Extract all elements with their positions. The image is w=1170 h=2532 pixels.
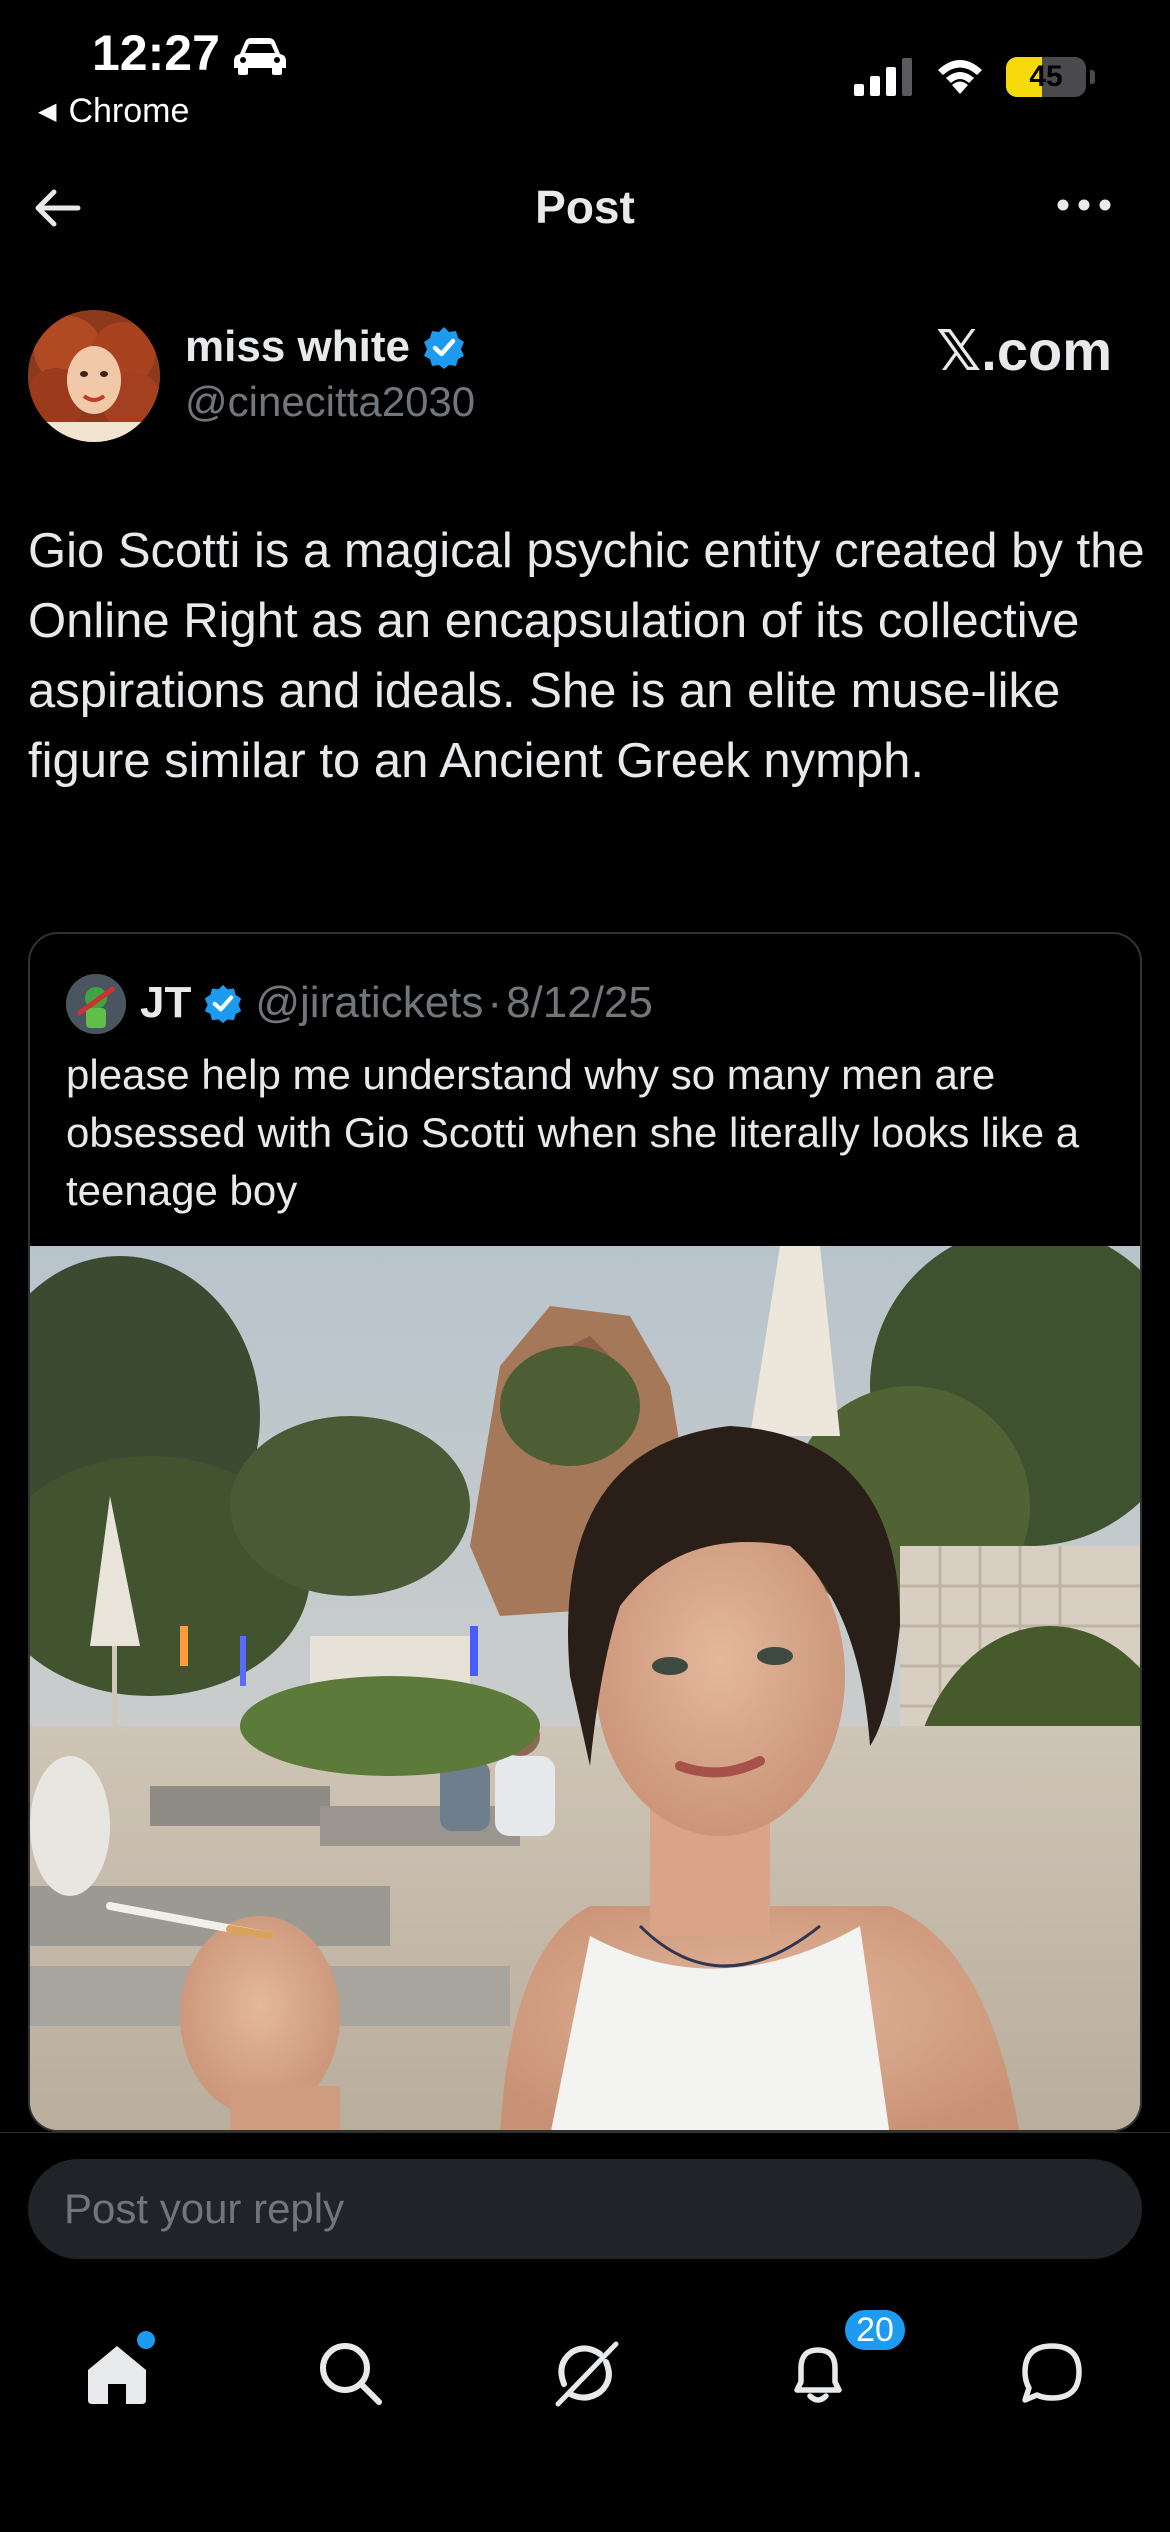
avatar-image xyxy=(28,310,160,442)
back-to-app-link[interactable]: ◀ Chrome xyxy=(38,92,189,131)
tab-notifications[interactable]: 20 xyxy=(758,2307,908,2433)
car-icon xyxy=(234,38,286,75)
quoted-author-avatar xyxy=(66,974,126,1034)
post-body: Gio Scotti is a magical psychic entity c… xyxy=(28,524,1145,788)
battery-level: 45 xyxy=(1029,60,1063,93)
quoted-post-header: JT @jiratickets · 8/12/25 xyxy=(140,978,653,1028)
status-bar: 12:27 ◀ Chrome 45 xyxy=(0,0,1170,140)
author-avatar[interactable] xyxy=(28,310,160,442)
search-icon xyxy=(320,2343,382,2405)
battery-icon: 45 xyxy=(1006,57,1095,97)
tab-explore[interactable] xyxy=(290,2313,410,2433)
signal-icon xyxy=(854,58,912,96)
x-com-label: 𝕏.com xyxy=(936,319,1112,382)
quoted-author-handle: @jiratickets xyxy=(255,978,484,1027)
verified-badge-icon xyxy=(205,984,242,1023)
tab-messages[interactable] xyxy=(992,2313,1112,2433)
grok-icon xyxy=(555,2341,619,2407)
quoted-post-photo[interactable] xyxy=(30,1246,1142,2132)
dot-separator: · xyxy=(487,978,503,1027)
more-horizontal-icon[interactable] xyxy=(1054,190,1114,220)
status-time: 12:27 xyxy=(92,25,220,81)
home-icon xyxy=(88,2346,146,2404)
home-unread-dot xyxy=(137,2331,155,2349)
verified-badge-icon xyxy=(423,327,464,369)
reply-input[interactable] xyxy=(28,2159,1142,2259)
author-name[interactable]: miss white xyxy=(185,322,466,372)
wifi-icon xyxy=(938,60,982,94)
bottom-tab-bar: 20 xyxy=(0,2307,1170,2433)
page-title: Post xyxy=(535,181,635,233)
top-nav: Post xyxy=(0,150,1170,262)
notification-count-badge: 20 xyxy=(842,2307,908,2353)
messages-icon xyxy=(1022,2343,1082,2403)
notifications-icon xyxy=(794,2347,842,2403)
back-triangle-icon: ◀ xyxy=(38,98,57,125)
author-name-text: miss white xyxy=(185,322,410,371)
quoted-post-body: please help me understand why so many me… xyxy=(66,1051,1080,1214)
reply-composer-area: 20 xyxy=(0,2132,1170,2532)
quoted-post-date: 8/12/25 xyxy=(506,978,653,1027)
tab-home[interactable] xyxy=(57,2313,177,2433)
quoted-post-card[interactable]: JT @jiratickets · 8/12/25 please help me… xyxy=(28,932,1142,2132)
back-app-label: Chrome xyxy=(68,92,190,130)
quoted-author-name: JT xyxy=(140,978,192,1027)
tab-grok[interactable] xyxy=(525,2313,645,2433)
author-handle[interactable]: @cinecitta2030 xyxy=(185,378,475,426)
